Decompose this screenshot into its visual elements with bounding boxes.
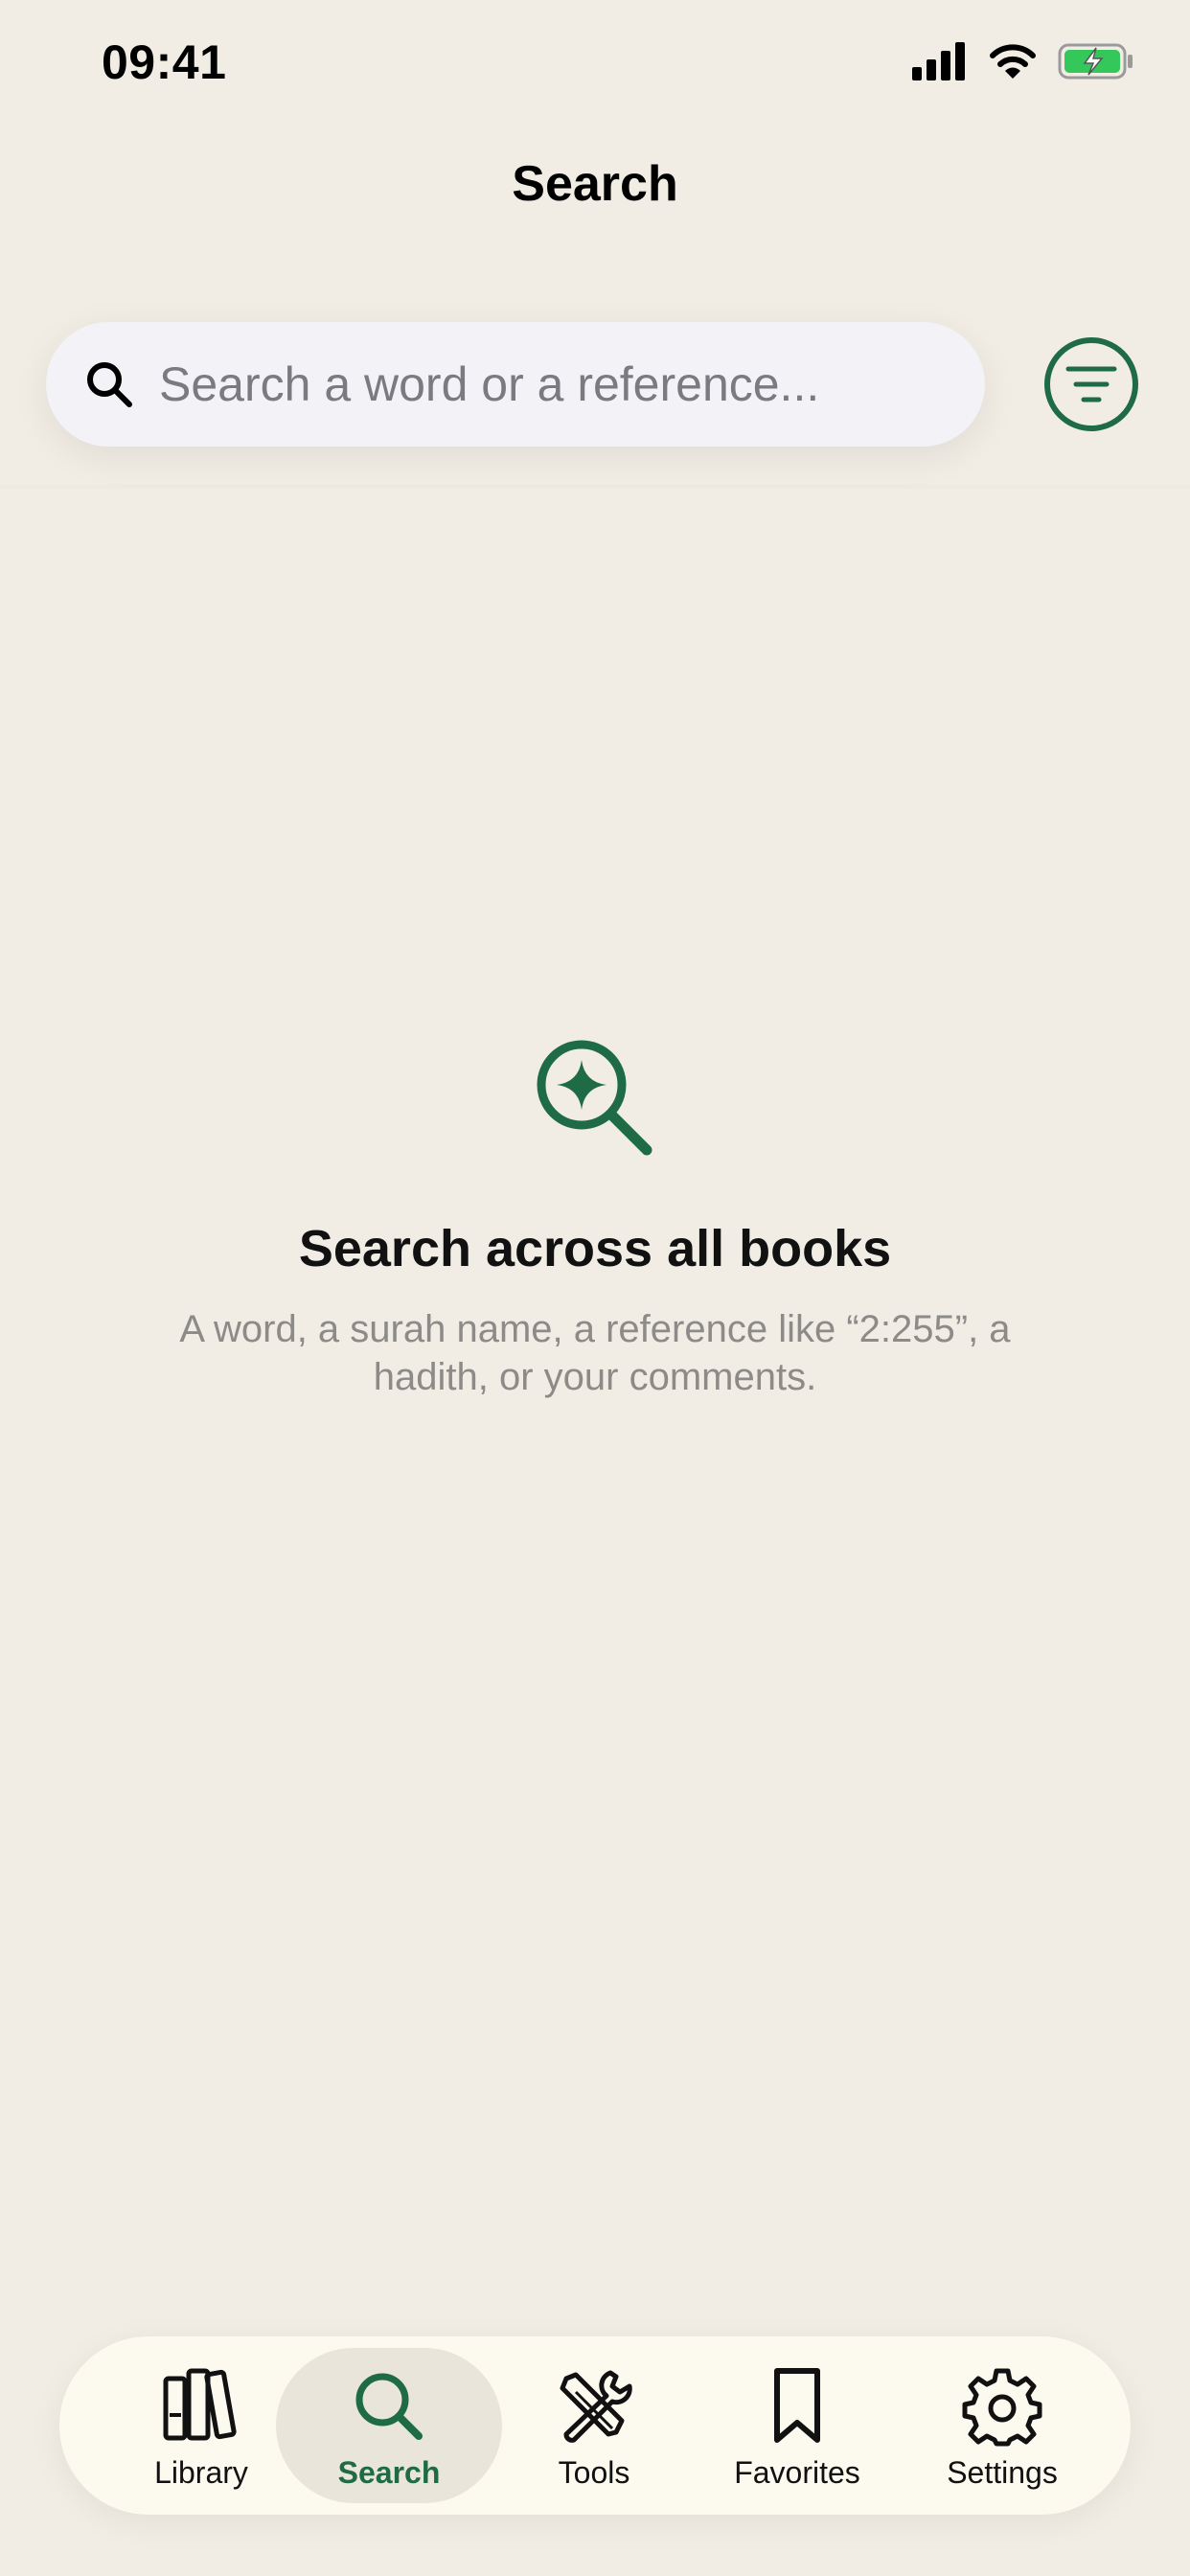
books-icon: [163, 2368, 237, 2441]
search-bar[interactable]: [46, 322, 985, 447]
empty-state-subtitle: A word, a surah name, a reference like “…: [179, 1308, 1011, 1398]
filter-icon: [1065, 366, 1117, 402]
search-icon: [87, 362, 132, 407]
status-time: 09:41: [102, 35, 227, 89]
search-sparkle-icon: [537, 1040, 652, 1156]
search-icon: [355, 2373, 423, 2440]
search-divider: [0, 485, 1190, 491]
tab-search[interactable]: Search: [276, 2348, 502, 2503]
empty-state: Search across all books A word, a surah …: [0, 1035, 1190, 1401]
battery-charging-icon: [1058, 43, 1133, 80]
tab-tools[interactable]: Tools: [481, 2348, 707, 2503]
page-title: Search: [512, 156, 678, 212]
gear-icon: [962, 2368, 1042, 2447]
tab-settings[interactable]: Settings: [889, 2348, 1115, 2503]
status-bar: 09:41: [0, 0, 1190, 134]
tab-favorites[interactable]: Favorites: [684, 2348, 910, 2503]
empty-state-title: Search across all books: [298, 1220, 892, 1277]
search-row: [0, 288, 1190, 491]
status-icons: [912, 42, 1134, 80]
cellular-signal-icon: [912, 42, 965, 80]
tab-settings-label: Settings: [947, 2455, 1058, 2490]
tab-favorites-label: Favorites: [734, 2455, 860, 2490]
filter-button[interactable]: [1044, 337, 1138, 431]
tab-tools-label: Tools: [558, 2455, 630, 2490]
tab-bar: Library Search Tools Favorites Settings: [59, 2336, 1131, 2515]
search-input[interactable]: [157, 356, 947, 413]
bookmark-icon: [774, 2368, 820, 2443]
tab-search-label: Search: [337, 2455, 441, 2490]
wifi-icon: [990, 44, 1036, 79]
tools-icon: [560, 2370, 632, 2443]
